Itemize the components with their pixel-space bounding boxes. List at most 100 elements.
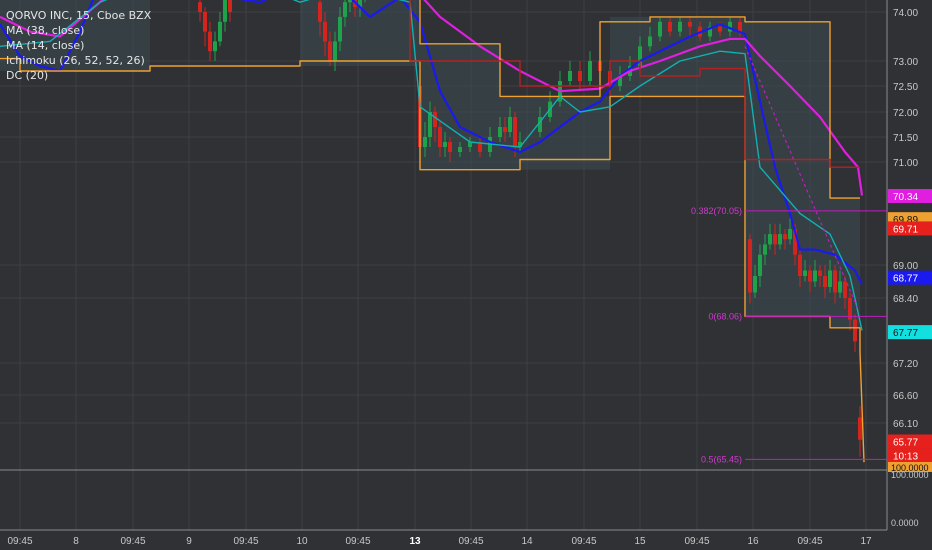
candle-body-20 [433, 112, 437, 127]
sub-pane-tick-top: 100.0000 [891, 470, 929, 480]
candle-body-2 [208, 31, 212, 52]
x-tick-label-8: 09:45 [458, 536, 483, 547]
candle-body-59 [773, 234, 777, 245]
candle-body-48 [688, 21, 692, 27]
y-tick-label-2: 72.50 [893, 82, 918, 93]
candle-body-1 [203, 12, 207, 32]
candle-body-6 [228, 0, 232, 12]
legend-title[interactable]: QORVO INC, 15, Cboe BZX [6, 8, 151, 23]
candle-body-0 [198, 2, 202, 12]
candle-body-22 [443, 142, 447, 147]
y-tick-label-8: 67.20 [893, 359, 918, 370]
x-tick-label-3: 9 [186, 536, 192, 547]
y-tick-label-6: 69.00 [893, 261, 918, 272]
x-tick-label-12: 09:45 [684, 536, 709, 547]
y-tick-label-3: 72.00 [893, 108, 918, 119]
candle-body-13 [348, 0, 352, 3]
legend-ichimoku[interactable]: Ichimoku (26, 52, 52, 26) [6, 53, 151, 68]
x-tick-label-1: 8 [73, 536, 79, 547]
candle-body-57 [763, 244, 767, 255]
candle-body-9 [328, 41, 332, 61]
price-tag-3[interactable]: 68.77 [893, 274, 918, 285]
candle-body-19 [428, 112, 432, 137]
x-tick-label-11: 15 [634, 536, 646, 547]
x-tick-label-10: 09:45 [571, 536, 596, 547]
candle-body-62 [788, 228, 792, 240]
candle-body-12 [343, 2, 347, 17]
candle-body-69 [823, 276, 827, 287]
candle-body-65 [803, 270, 807, 276]
candle-body-24 [458, 147, 462, 152]
candle-body-72 [838, 281, 842, 293]
candle-body-68 [818, 270, 822, 276]
candle-body-30 [508, 117, 512, 132]
x-tick-label-9: 14 [521, 536, 533, 547]
cloud-area-3 [745, 21, 830, 317]
candle-body-31 [513, 117, 517, 147]
legend-ma38[interactable]: MA (38, close) [6, 23, 151, 38]
y-tick-label-7: 68.40 [893, 294, 918, 305]
fib-label-1: 0(68.06) [708, 311, 742, 321]
fib-label-2: 0.5(65.45) [701, 454, 742, 464]
candle-body-55 [753, 276, 757, 293]
candle-body-36 [568, 71, 572, 81]
candle-body-28 [498, 127, 502, 137]
candle-body-4 [218, 21, 222, 42]
price-tag-5[interactable]: 65.77 [893, 437, 918, 448]
candle-body-21 [438, 127, 442, 147]
price-tag-0[interactable]: 70.34 [893, 192, 918, 203]
candle-body-44 [648, 36, 652, 47]
candle-body-18 [423, 137, 427, 147]
y-tick-label-1: 73.00 [893, 57, 918, 68]
price-tag-2[interactable]: 69.71 [893, 224, 918, 235]
x-tick-label-13: 16 [747, 536, 759, 547]
candle-body-66 [808, 270, 812, 282]
candle-body-75 [853, 319, 857, 342]
y-tick-label-4: 71.50 [893, 133, 918, 144]
candle-body-53 [738, 21, 742, 32]
y-tick-label-0: 74.00 [893, 8, 918, 19]
candle-body-3 [213, 41, 217, 52]
candle-body-46 [668, 21, 672, 32]
legend-ma14[interactable]: MA (14, close) [6, 38, 151, 53]
x-tick-label-6: 09:45 [345, 536, 370, 547]
x-tick-label-0: 09:45 [7, 536, 32, 547]
legend-dc[interactable]: DC (20) [6, 68, 151, 83]
time-axis[interactable]: 09:45 8 09:45 9 09:45 10 09:45 13 09:45 14 09:45 15… [7, 536, 872, 547]
sub-pane-tick-bottom: 0.0000 [891, 518, 919, 528]
candle-body-8 [323, 21, 327, 42]
candle-body-61 [783, 234, 787, 240]
candle-body-23 [448, 142, 452, 152]
chart-legend: QORVO INC, 15, Cboe BZX MA (38, close) M… [6, 8, 151, 83]
candle-body-38 [588, 61, 592, 81]
candle-body-7 [318, 2, 322, 22]
candle-body-64 [798, 254, 802, 276]
price-tag-4[interactable]: 67.77 [893, 328, 918, 339]
x-tick-label-2: 09:45 [120, 536, 145, 547]
candle-body-56 [758, 254, 762, 276]
x-tick-label-5: 10 [296, 536, 308, 547]
candle-body-11 [338, 16, 342, 42]
candle-body-60 [778, 234, 782, 245]
candle-body-71 [833, 270, 837, 293]
fib-label-0: 0.382(70.05) [691, 206, 742, 216]
x-tick-label-4: 09:45 [233, 536, 258, 547]
candle-body-54 [748, 239, 752, 293]
candle-body-67 [813, 270, 817, 282]
candle-body-5 [223, 0, 227, 22]
candle-body-29 [503, 127, 507, 132]
countdown-label[interactable]: 10:13 [893, 451, 918, 462]
candle-body-47 [678, 21, 682, 32]
candle-body-58 [768, 234, 772, 245]
candle-body-70 [828, 270, 832, 287]
candle-body-76 [858, 417, 862, 440]
candle-body-73 [843, 281, 847, 298]
candle-body-51 [718, 26, 722, 32]
x-tick-label-7: 13 [409, 536, 421, 547]
y-tick-label-5: 71.00 [893, 158, 918, 169]
candle-body-10 [333, 41, 337, 61]
candle-body-45 [658, 21, 662, 37]
x-tick-label-15: 17 [860, 536, 872, 547]
y-tick-label-10: 66.10 [893, 419, 918, 430]
candle-body-37 [578, 71, 582, 81]
